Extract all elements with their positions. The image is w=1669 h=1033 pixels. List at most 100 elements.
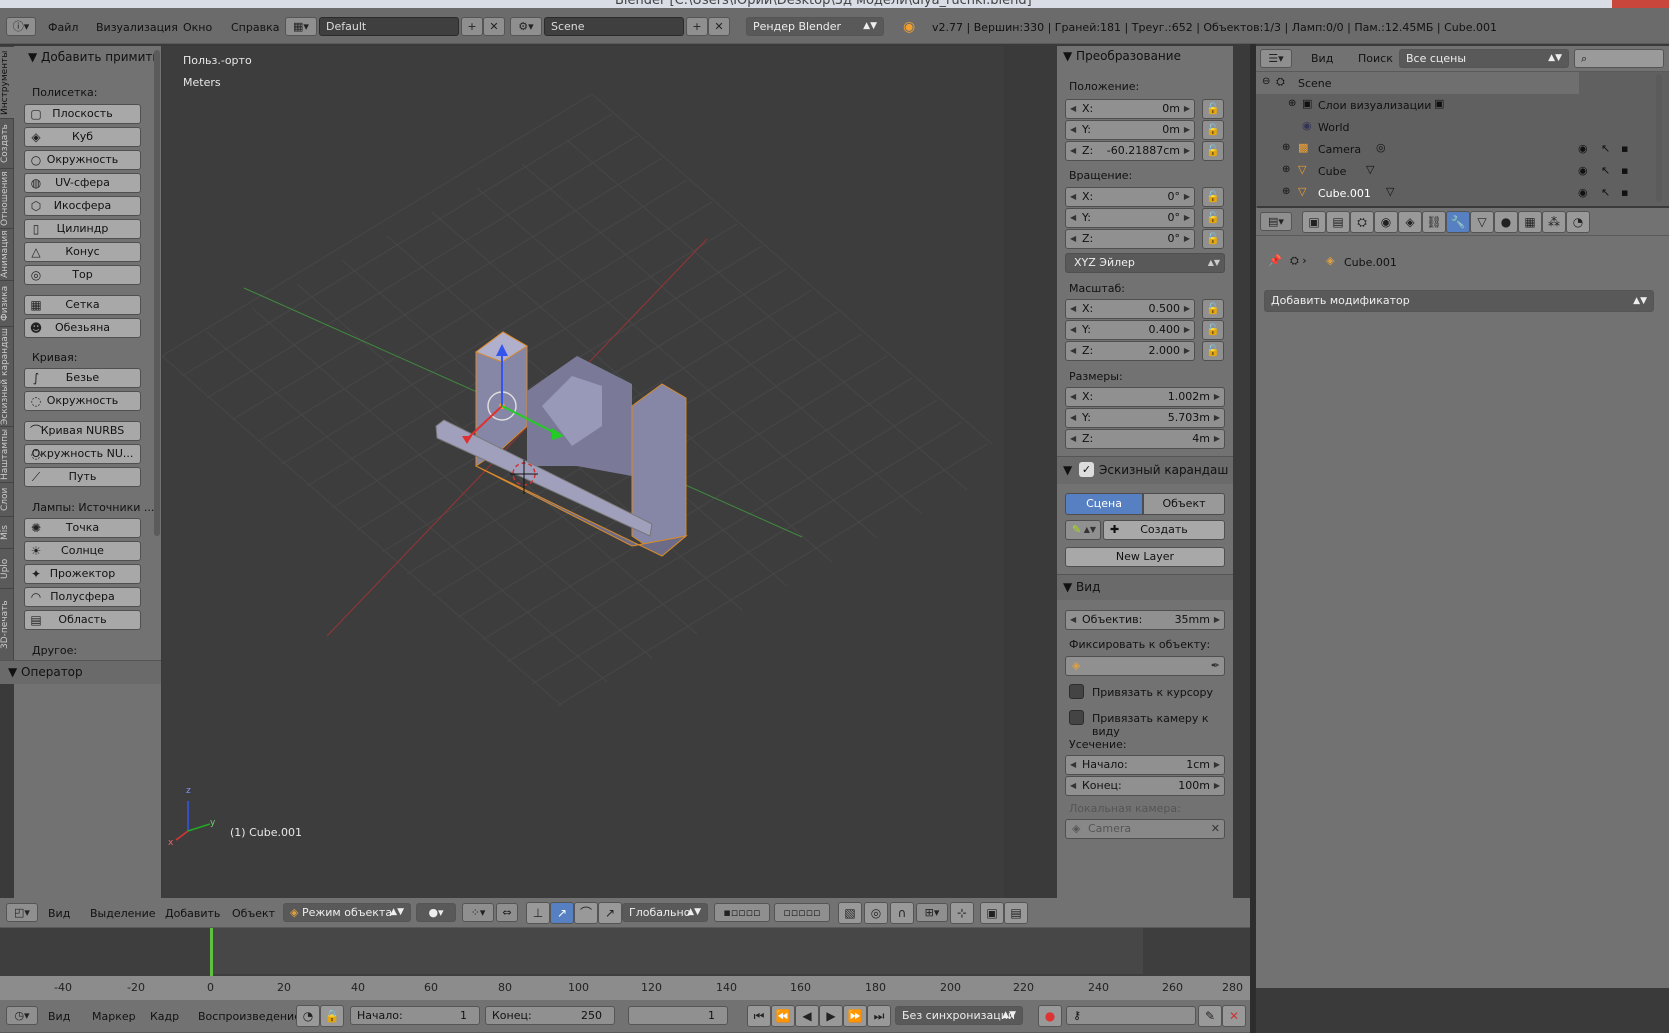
view3d-editor-type[interactable]: ◰▾	[6, 903, 38, 922]
scale-z-field[interactable]: ◀ Z: 2.000 ▶	[1065, 341, 1195, 361]
snap-magnet-icon[interactable]: ∩	[890, 902, 914, 924]
dimension-z-field[interactable]: ◀ Z: 4m ▶	[1065, 429, 1225, 449]
play-reverse-icon[interactable]: ◀	[795, 1005, 819, 1027]
add-scene-button[interactable]: +	[686, 17, 708, 36]
add-spot-lamp-button[interactable]: ✦ Прожектор	[24, 564, 141, 584]
location-z-field[interactable]: ◀ Z: -60.21887cm ▶	[1065, 141, 1195, 161]
shading-select[interactable]: ●▾	[416, 903, 456, 922]
current-frame-field[interactable]: 1	[628, 1006, 728, 1025]
gp-palette-icon[interactable]: ✎ ▲▼	[1065, 520, 1101, 540]
rotation-x-field[interactable]: ◀ X: 0° ▶	[1065, 187, 1195, 207]
remove-scene-button[interactable]: ✕	[708, 17, 730, 36]
transform-header[interactable]: ▼ Преобразование	[1063, 49, 1181, 63]
snap-element-select[interactable]: ⊞▾	[916, 903, 948, 922]
add-uvsphere-button[interactable]: ◍ UV-сфера	[24, 173, 141, 193]
mesh-object[interactable]	[435, 331, 688, 557]
3d-viewport[interactable]: Польз.-орто Meters z y x (1) Cube.001	[162, 46, 1004, 898]
timeline-menu-view[interactable]: Вид	[48, 1010, 70, 1023]
scale-y-field[interactable]: ◀ Y: 0.400 ▶	[1065, 320, 1195, 340]
physics-tab-icon[interactable]: ◔	[1566, 211, 1590, 233]
menu-window[interactable]: Окно	[183, 21, 212, 34]
render-layers-tab-icon[interactable]: ▤	[1326, 211, 1350, 233]
lock-scale-z-icon[interactable]: 🔓	[1202, 341, 1224, 361]
lock-rotation-y-icon[interactable]: 🔓	[1202, 208, 1224, 228]
pin-icon[interactable]: 📌	[1268, 254, 1282, 267]
rotation-mode-select[interactable]: XYZ Эйлер ▲▼	[1065, 253, 1225, 273]
clip-end-field[interactable]: ◀ Конец: 100m ▶	[1065, 776, 1225, 796]
lock-location-z-icon[interactable]: 🔓	[1202, 141, 1224, 161]
add-cone-button[interactable]: △ Конус	[24, 242, 141, 262]
insert-keyframe-icon[interactable]: ✎	[1198, 1005, 1222, 1027]
lens-field[interactable]: ◀ Объектив: 35mm ▶	[1065, 610, 1225, 630]
jump-keyframe-forward-icon[interactable]: ⏩	[843, 1005, 867, 1027]
timeline[interactable]: -40 -20 0 20 40 60 80 100 120 140 160 18…	[0, 928, 1250, 1000]
add-hemi-lamp-button[interactable]: ◠ Полусфера	[24, 587, 141, 607]
tab-tools[interactable]: Инструменты	[0, 46, 14, 118]
outliner-row-render-layers[interactable]: ⊕ ▣ Слои визуализации ▣	[1256, 94, 1581, 116]
tab-misc[interactable]: Mis	[0, 516, 14, 548]
add-bezier-button[interactable]: ∫ Безье	[24, 368, 141, 388]
add-cube-button[interactable]: ◈ Куб	[24, 127, 141, 147]
jump-keyframe-back-icon[interactable]: ⏪	[771, 1005, 795, 1027]
tab-layers[interactable]: Слои	[0, 482, 14, 516]
modifiers-tab-icon[interactable]: 🔧	[1446, 211, 1470, 233]
manipulator-toggle[interactable]: ⇔	[496, 903, 518, 922]
jump-end-icon[interactable]: ⏭	[867, 1005, 891, 1027]
lock-location-x-icon[interactable]: 🔓	[1202, 99, 1224, 119]
tab-relations[interactable]: Отношения	[0, 168, 14, 228]
add-nurbs-circle-button[interactable]: ◌ Окружность NU...	[24, 444, 141, 464]
lock-camera-checkbox[interactable]	[1069, 710, 1084, 725]
view3d-menu-object[interactable]: Объект	[232, 907, 275, 920]
add-plane-button[interactable]: ▢ Плоскость	[24, 104, 141, 124]
opengl-anim-icon[interactable]: ▤	[1004, 902, 1028, 924]
keying-set-field[interactable]: ⚷	[1066, 1006, 1196, 1025]
menu-help[interactable]: Справка	[231, 21, 279, 34]
window-close-button[interactable]	[1612, 0, 1669, 8]
add-area-lamp-button[interactable]: ▤ Область	[24, 610, 141, 630]
layers-grid-2[interactable]: ▫▫▫▫▫	[774, 903, 830, 922]
scene-tab-icon[interactable]: ⛭	[1350, 211, 1374, 233]
sync-mode-select[interactable]: Без синхронизации ▲▼	[895, 1006, 1023, 1025]
timeline-editor-type[interactable]: ◷▾	[6, 1006, 38, 1025]
outliner-filter-select[interactable]: Все сцены ▲▼	[1399, 49, 1569, 68]
screen-layout-icon[interactable]: ▦▾	[285, 17, 317, 36]
scene-field[interactable]: Scene	[544, 17, 684, 36]
timeline-menu-marker[interactable]: Маркер	[92, 1010, 136, 1023]
viewport-canvas[interactable]	[162, 46, 1004, 898]
view-panel-header[interactable]: ▼ Вид	[1057, 574, 1233, 600]
outliner-menu-search[interactable]: Поиск	[1358, 52, 1393, 65]
clip-start-field[interactable]: ◀ Начало: 1cm ▶	[1065, 755, 1225, 775]
add-monkey-button[interactable]: ☻ Обезьяна	[24, 318, 141, 338]
tab-create[interactable]: Создать	[0, 118, 14, 168]
rotation-z-field[interactable]: ◀ Z: 0° ▶	[1065, 229, 1195, 249]
tab-upload[interactable]: Uplo	[0, 548, 14, 588]
texture-tab-icon[interactable]: ▦	[1518, 211, 1542, 233]
tab-stamps[interactable]: Наштампы	[0, 426, 14, 482]
remove-screen-button[interactable]: ✕	[483, 17, 505, 36]
timeline-menu-playback[interactable]: Воспроизведение	[198, 1010, 301, 1023]
outliner-row-cube[interactable]: ⊕ ▽ Cube ▽ ◉ ↖ ▪	[1256, 160, 1669, 182]
view3d-menu-select[interactable]: Выделение	[90, 907, 156, 920]
location-x-field[interactable]: ◀ X: 0m ▶	[1065, 99, 1195, 119]
lock-rotation-z-icon[interactable]: 🔓	[1202, 229, 1224, 249]
outliner-row-scene[interactable]: ⊖ ⛭ Scene	[1256, 72, 1579, 94]
render-tab-icon[interactable]: ▣	[1302, 211, 1326, 233]
delete-keyframe-icon[interactable]: ✕	[1222, 1005, 1246, 1027]
opengl-render-icon[interactable]: ▣	[980, 902, 1004, 924]
gp-tab-scene[interactable]: Сцена	[1065, 493, 1143, 515]
scale-manipulator-icon[interactable]: ⌒	[574, 902, 598, 924]
view3d-menu-add[interactable]: Добавить	[165, 907, 220, 920]
grease-pencil-checkbox[interactable]: ✓	[1079, 462, 1094, 477]
add-primitive-header[interactable]: ▼ Добавить примити	[28, 50, 160, 64]
screen-layout-field[interactable]: Default	[319, 17, 459, 36]
snap-target-icon[interactable]: ⊹	[950, 902, 974, 924]
add-grid-button[interactable]: ▦ Сетка	[24, 295, 141, 315]
tab-physics[interactable]: Физика	[0, 280, 14, 326]
properties-editor-type[interactable]: ▤▾	[1260, 212, 1292, 231]
gp-new-button[interactable]: ✚ Создать	[1103, 520, 1225, 540]
gp-tab-object[interactable]: Объект	[1143, 493, 1225, 515]
data-tab-icon[interactable]: ▽	[1470, 211, 1494, 233]
dimension-y-field[interactable]: ◀ Y: 5.703m ▶	[1065, 408, 1225, 428]
add-circle-button[interactable]: ○ Окружность	[24, 150, 141, 170]
lock-cursor-checkbox[interactable]	[1069, 684, 1084, 699]
